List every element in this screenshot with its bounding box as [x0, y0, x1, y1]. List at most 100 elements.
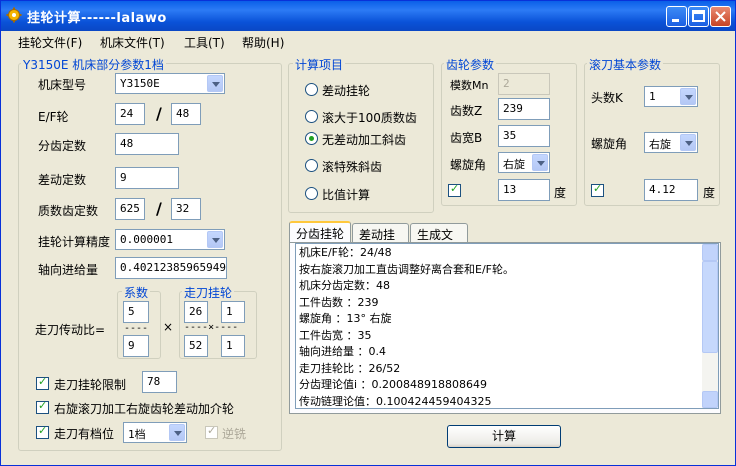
right-hob-checkbox[interactable]: [36, 399, 49, 414]
times-sign: ×: [163, 320, 174, 334]
coef-dash: ----: [124, 323, 149, 334]
menu-file[interactable]: 挂轮文件(F): [18, 34, 82, 51]
feed-limit-input[interactable]: 78: [142, 371, 177, 393]
precision-value: 0.000001: [120, 233, 173, 246]
model-value: Y3150E: [120, 77, 160, 90]
k-label: 头数K: [591, 91, 623, 105]
ef-a-input[interactable]: 24: [115, 103, 145, 125]
scroll-thumb[interactable]: [702, 261, 718, 353]
minimize-icon: [672, 19, 679, 22]
scroll-up-button[interactable]: [702, 244, 718, 261]
output-line: 工件齿数 ：239: [299, 295, 379, 309]
radio-ratio-calc[interactable]: [305, 187, 318, 200]
hob-helix-label: 螺旋角: [591, 137, 628, 151]
menu-bar: 挂轮文件(F) 机床文件(T) 工具(T) 帮助(H): [1, 31, 735, 52]
coef-top-input[interactable]: 5: [123, 301, 149, 323]
radio-diff-gear[interactable]: [305, 83, 318, 96]
ef-b-input[interactable]: 48: [171, 103, 201, 125]
hob-deg-label: 度: [703, 186, 716, 200]
minimize-button[interactable]: [666, 6, 687, 27]
model-select[interactable]: Y3150E: [115, 73, 225, 94]
menu-machine[interactable]: 机床文件(T): [100, 34, 165, 51]
climb-checkbox[interactable]: [205, 424, 218, 439]
model-label: 机床型号: [38, 78, 87, 92]
prime-const-label: 质数齿定数: [38, 204, 99, 218]
feed-limit-checkbox[interactable]: [36, 375, 49, 390]
title-bar[interactable]: 挂轮计算------lalawo: [1, 1, 735, 31]
right-hob-label: 右旋滚刀加工右旋齿轮差动加介轮: [54, 402, 235, 416]
diff-const-input[interactable]: 9: [115, 167, 179, 189]
tab-gen-file[interactable]: 生成文件: [410, 223, 468, 259]
gear-value: 1档: [128, 428, 146, 441]
b-label: 齿宽B: [450, 131, 483, 145]
output-line: 工件齿宽 ：35: [299, 328, 372, 342]
maximize-icon: [692, 10, 705, 22]
precision-label: 挂轮计算精度: [38, 235, 111, 249]
b-input[interactable]: 35: [498, 125, 550, 147]
radio-special-helical[interactable]: [305, 159, 318, 172]
index-const-input[interactable]: 48: [115, 133, 179, 155]
gear-3-input[interactable]: 52: [184, 335, 208, 357]
output-line: 传动链理论值：0.100424459404325: [299, 394, 492, 408]
chevron-down-icon: [680, 134, 696, 151]
gear-angle-checkbox[interactable]: [448, 182, 461, 197]
hob-helix-value: 右旋: [649, 138, 671, 151]
chevron-down-icon: [680, 88, 696, 105]
climb-label: 逆铣: [222, 427, 247, 441]
calc-items-title: 计算项目: [293, 56, 346, 73]
output-line: 分齿理论值i ：0.200848918808649: [299, 378, 488, 391]
feed-gear-checkbox[interactable]: [36, 424, 49, 439]
diff-const-label: 差动定数: [38, 173, 87, 187]
feed-label: 轴向进给量: [38, 263, 99, 277]
menu-tools[interactable]: 工具(T): [184, 34, 225, 51]
hob-angle-checkbox[interactable]: [591, 182, 604, 197]
gear-2-input[interactable]: 1: [221, 301, 245, 323]
hob-helix-select[interactable]: 右旋: [644, 132, 698, 153]
output-line: 机床E/F轮：24/48: [299, 246, 392, 259]
calc-item-1: 滚大于100质数齿: [322, 111, 417, 125]
gear-mid: ----×----: [184, 322, 239, 333]
radio-no-diff-helical[interactable]: [305, 132, 318, 145]
calc-button[interactable]: 计算: [447, 425, 561, 448]
maximize-button[interactable]: [688, 6, 709, 27]
prime-slash: /: [156, 199, 162, 218]
hob-angle-input[interactable]: 4.12: [644, 179, 698, 201]
radio-prime-gear[interactable]: [305, 110, 318, 123]
k-select[interactable]: 1: [644, 86, 698, 107]
mn-label: 模数Mn: [450, 79, 489, 92]
feed-gear-title: 走刀挂轮: [182, 284, 235, 301]
menu-help[interactable]: 帮助(H): [242, 34, 284, 51]
coef-title: 系数: [122, 284, 151, 301]
calc-item-2: 无差动加工斜齿: [322, 133, 407, 147]
tab-diff-gear[interactable]: 差动挂轮: [352, 223, 409, 259]
scroll-down-button[interactable]: [702, 391, 718, 408]
output-textarea[interactable]: 机床E/F轮：24/48 按右旋滚刀加工直齿调整好离合套和E/F轮。 机床分齿定数：…: [295, 243, 719, 409]
calc-item-3: 滚特殊斜齿: [322, 160, 383, 174]
index-const-label: 分齿定数: [38, 139, 87, 153]
close-icon: [715, 11, 726, 22]
gear-params-title: 齿轮参数: [444, 56, 497, 73]
gear-helix-select[interactable]: 右旋: [498, 152, 550, 173]
chevron-down-icon: [207, 75, 223, 92]
precision-select[interactable]: 0.000001: [115, 229, 225, 250]
gear-4-input[interactable]: 1: [221, 335, 245, 357]
tab-index-gear[interactable]: 分齿挂轮: [289, 221, 351, 243]
z-input[interactable]: 239: [498, 98, 550, 120]
window-title: 挂轮计算------lalawo: [27, 11, 167, 26]
mn-input[interactable]: 2: [498, 73, 550, 95]
prime-b-input[interactable]: 32: [171, 198, 201, 220]
gear-angle-input[interactable]: 13: [498, 179, 550, 201]
feed-ratio-label: 走刀传动比=: [35, 323, 106, 337]
gear-select[interactable]: 1档: [123, 422, 187, 443]
close-button[interactable]: [710, 6, 731, 27]
k-value: 1: [649, 90, 656, 103]
output-lines: 机床E/F轮：24/48 按右旋滚刀加工直齿调整好离合套和E/F轮。 机床分齿定数：…: [296, 244, 718, 408]
calc-item-4: 比值计算: [322, 188, 371, 202]
output-line: 走刀挂轮比 ：26/52: [299, 361, 401, 375]
vertical-scrollbar[interactable]: [702, 244, 718, 408]
coef-bottom-input[interactable]: 9: [123, 335, 149, 357]
prime-a-input[interactable]: 625: [115, 198, 145, 220]
gear-1-input[interactable]: 26: [184, 301, 208, 323]
feed-input[interactable]: 0.402123859659493: [115, 257, 227, 279]
gear-helix-label: 螺旋角: [450, 158, 487, 172]
